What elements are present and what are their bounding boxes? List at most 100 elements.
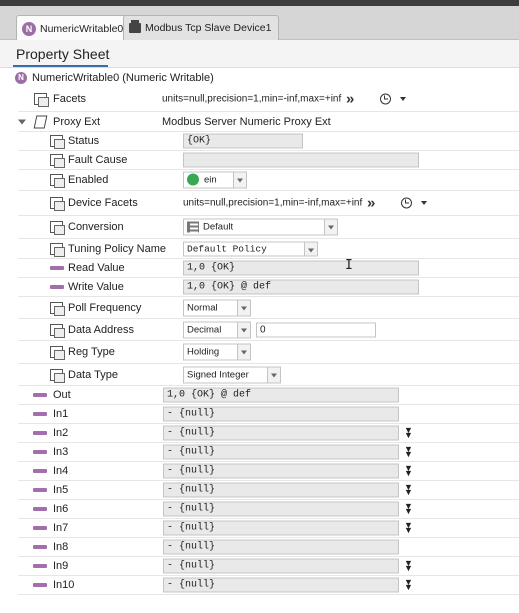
enabled-select[interactable]: ein bbox=[183, 171, 247, 189]
data-type-value: Signed Integer bbox=[187, 369, 249, 380]
property-row-data-address[interactable]: Data Address Decimal 0 bbox=[18, 319, 519, 341]
property-row-status: Status {OK} bbox=[18, 132, 519, 151]
slot-link-icon bbox=[33, 488, 47, 492]
slot-icon bbox=[50, 221, 63, 233]
property-label: In10 bbox=[53, 579, 75, 591]
property-row-proxy-ext[interactable]: Proxy Ext Modbus Server Numeric Proxy Ex… bbox=[18, 112, 519, 132]
property-label: In5 bbox=[53, 484, 69, 496]
slot-icon bbox=[50, 242, 63, 255]
property-label: Reg Type bbox=[68, 346, 115, 358]
dropdown-arrow-icon[interactable] bbox=[324, 219, 337, 235]
data-address-mode-select[interactable]: Decimal bbox=[183, 321, 251, 338]
poll-frequency-select[interactable]: Normal bbox=[183, 299, 251, 316]
expand-arrow-icon[interactable]: ▼ ▼ bbox=[404, 578, 413, 592]
device-facets-value: units=null,precision=1,min=-inf,max=+inf bbox=[183, 197, 363, 209]
expand-arrow-icon[interactable]: ▼ ▼ bbox=[404, 445, 413, 459]
expand-arrow-icon[interactable]: ▼ ▼ bbox=[404, 502, 413, 516]
dropdown-arrow-icon[interactable] bbox=[267, 367, 280, 382]
property-label: Write Value bbox=[68, 281, 124, 293]
property-row-data-type[interactable]: Data Type Signed Integer bbox=[18, 364, 519, 386]
tab-modbus-device[interactable]: Modbus Tcp Slave Device1 bbox=[123, 15, 280, 40]
property-row-in5[interactable]: In5 - {null} ▼ ▼ bbox=[18, 481, 519, 500]
slot-link-icon bbox=[33, 469, 47, 473]
property-row-enabled[interactable]: Enabled ein bbox=[18, 170, 519, 191]
double-chevron-icon[interactable]: » bbox=[367, 195, 376, 212]
reg-type-value: Holding bbox=[187, 346, 220, 358]
enabled-status-icon bbox=[187, 173, 199, 186]
numeric-point-icon: N bbox=[15, 71, 27, 84]
property-row-in10[interactable]: In10 - {null} ▼ ▼ bbox=[18, 576, 519, 595]
data-address-mode-value: Decimal bbox=[187, 324, 222, 335]
conversion-select[interactable]: Default bbox=[183, 218, 338, 236]
property-row-device-facets[interactable]: Device Facets units=null,precision=1,min… bbox=[18, 191, 519, 216]
expand-arrow-icon[interactable]: ▼ ▼ bbox=[404, 559, 413, 573]
property-label: Out bbox=[53, 389, 71, 401]
property-label: In8 bbox=[53, 541, 69, 553]
property-row-in9[interactable]: In9 - {null} ▼ ▼ bbox=[18, 557, 519, 576]
property-row-in1: In1 - {null} bbox=[18, 405, 519, 424]
dropdown-arrow-icon[interactable] bbox=[237, 322, 250, 337]
property-label: Enabled bbox=[68, 174, 109, 186]
property-row-poll-frequency[interactable]: Poll Frequency Normal bbox=[18, 297, 519, 319]
dropdown-arrow-icon[interactable] bbox=[233, 172, 246, 188]
property-label: Data Address bbox=[68, 323, 135, 336]
write-value-field: 1,0 {OK} @ def bbox=[183, 279, 419, 295]
property-label: Device Facets bbox=[68, 197, 138, 209]
dropdown-arrow-icon[interactable] bbox=[304, 242, 317, 255]
input-value-field: - {null} bbox=[163, 406, 399, 422]
property-label: In7 bbox=[53, 522, 69, 534]
property-label: Facets bbox=[53, 93, 87, 105]
property-label: Tuning Policy Name bbox=[68, 242, 167, 255]
property-label: In9 bbox=[53, 560, 69, 572]
slot-icon bbox=[50, 346, 63, 358]
reg-type-select[interactable]: Holding bbox=[183, 343, 251, 361]
history-clock-icon[interactable] bbox=[380, 93, 391, 105]
dropdown-arrow-icon[interactable] bbox=[237, 344, 250, 360]
tab-numeric-writable[interactable]: N NumericWritable0 bbox=[16, 15, 132, 41]
slot-icon bbox=[50, 301, 63, 314]
root-component-row[interactable]: N NumericWritable0 (Numeric Writable) bbox=[0, 68, 519, 87]
view-title[interactable]: Property Sheet bbox=[16, 46, 109, 62]
property-label: Poll Frequency bbox=[68, 301, 142, 314]
property-row-in2[interactable]: In2 - {null} ▼ ▼ bbox=[18, 424, 519, 443]
property-row-facets[interactable]: Facets units=null,precision=1,min=-inf,m… bbox=[18, 87, 519, 112]
slot-icon bbox=[50, 323, 63, 336]
input-value-field: - {null} bbox=[163, 425, 399, 441]
property-label: Proxy Ext bbox=[53, 115, 101, 128]
property-row-conversion[interactable]: Conversion Default bbox=[18, 216, 519, 239]
dropdown-arrow-icon[interactable] bbox=[237, 300, 250, 315]
facets-value: units=null,precision=1,min=-inf,max=+inf bbox=[162, 93, 342, 105]
property-label: Status bbox=[68, 135, 100, 147]
expand-arrow-icon[interactable]: ▼ ▼ bbox=[404, 426, 413, 440]
property-row-in6[interactable]: In6 - {null} ▼ ▼ bbox=[18, 500, 519, 519]
numeric-point-icon: N bbox=[22, 21, 36, 36]
enabled-value: ein bbox=[204, 174, 217, 186]
tab-label: Modbus Tcp Slave Device1 bbox=[145, 22, 272, 34]
slot-link-icon bbox=[33, 583, 47, 587]
proxy-ext-type: Modbus Server Numeric Proxy Ext bbox=[162, 115, 331, 128]
data-type-select[interactable]: Signed Integer bbox=[183, 366, 281, 383]
slot-link-icon bbox=[33, 450, 47, 454]
proxy-ext-icon bbox=[33, 115, 48, 128]
history-clock-icon[interactable] bbox=[401, 197, 412, 209]
expand-arrow-icon[interactable]: ▼ ▼ bbox=[404, 483, 413, 497]
expand-arrow-icon[interactable]: ▼ ▼ bbox=[404, 464, 413, 478]
double-chevron-icon[interactable]: » bbox=[346, 91, 355, 108]
property-row-reg-type[interactable]: Reg Type Holding bbox=[18, 341, 519, 364]
view-header: Property Sheet bbox=[0, 40, 519, 68]
property-row-in3[interactable]: In3 - {null} ▼ ▼ bbox=[18, 443, 519, 462]
expand-arrow-icon[interactable]: ▼ ▼ bbox=[404, 521, 413, 535]
tuning-policy-select[interactable]: Default Policy bbox=[183, 241, 318, 256]
data-address-input[interactable]: 0 bbox=[256, 322, 376, 337]
property-row-tuning-policy[interactable]: Tuning Policy Name Default Policy bbox=[18, 239, 519, 259]
property-label: In1 bbox=[53, 408, 69, 420]
property-row-in7[interactable]: In7 - {null} ▼ ▼ bbox=[18, 519, 519, 538]
menu-caret-icon[interactable] bbox=[400, 97, 406, 101]
slot-link-icon bbox=[33, 564, 47, 568]
read-value-field: 1,0 {OK} bbox=[183, 260, 419, 276]
slot-link-icon bbox=[33, 393, 47, 397]
property-row-in4[interactable]: In4 - {null} ▼ ▼ bbox=[18, 462, 519, 481]
menu-caret-icon[interactable] bbox=[421, 201, 427, 205]
property-row-in8: In8 - {null} bbox=[18, 538, 519, 557]
collapse-caret-icon[interactable] bbox=[18, 119, 26, 124]
